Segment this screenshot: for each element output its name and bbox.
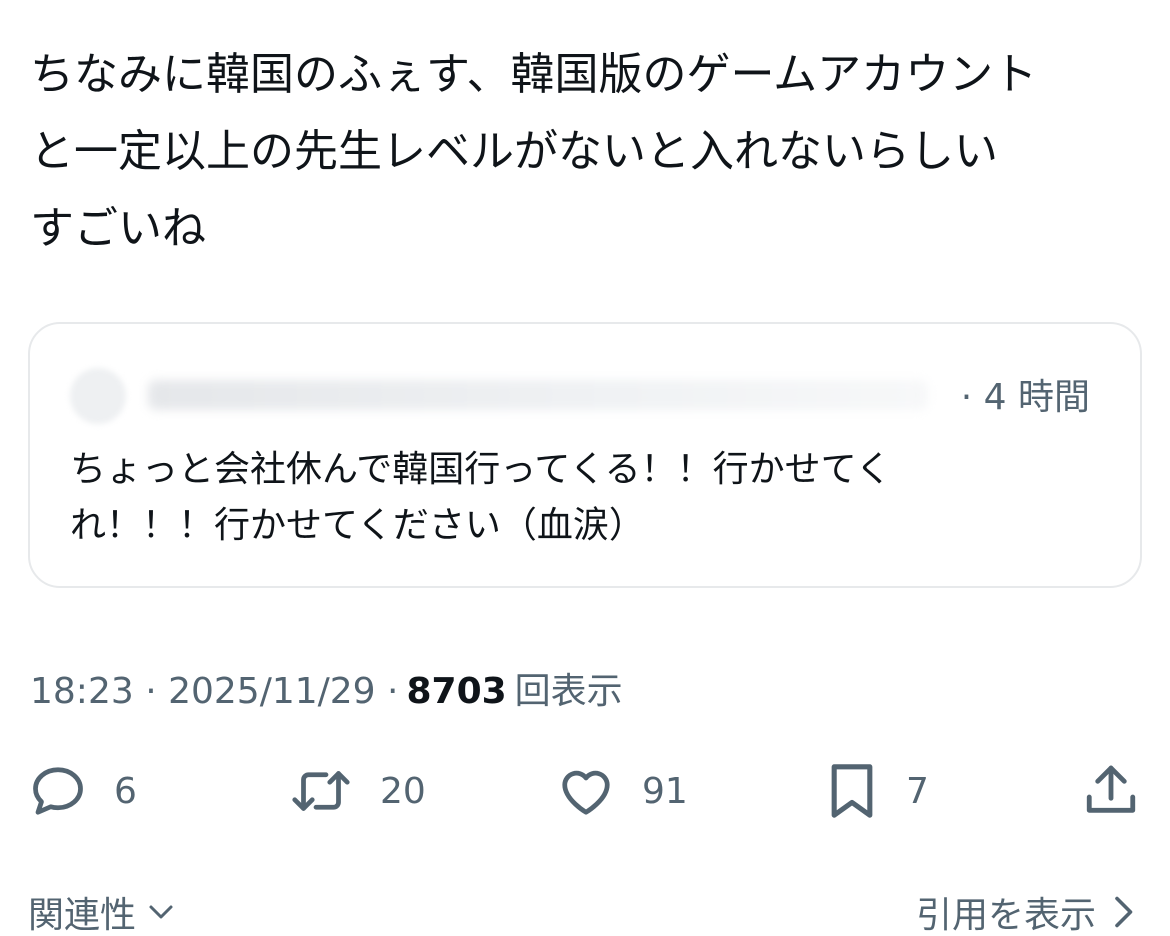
reply-icon: [33, 767, 83, 815]
views-label: 回表示: [514, 671, 623, 712]
tweet-meta: 18:23 · 2025/11/29 · 8703 回表示: [30, 662, 623, 714]
like-button[interactable]: 91: [556, 756, 688, 826]
views-count: 8703: [406, 671, 507, 712]
share-button[interactable]: [1082, 756, 1140, 826]
tweet-text-line: ちなみに韓国のふぇす、韓国版のゲームアカウント: [30, 49, 1038, 100]
quoted-tweet-text: ちょっと会社休んで韓国行ってくる！！行かせてく れ！！！行かせてください（血涙）: [70, 442, 1090, 554]
view-quotes-link[interactable]: 引用を表示: [916, 886, 1136, 936]
retweet-icon: [292, 771, 350, 811]
sort-by-relevance-dropdown[interactable]: 関連性: [28, 886, 176, 936]
quoted-text-line: ちょっと会社休んで韓国行ってくる！！行かせてく: [70, 449, 892, 490]
quoted-tweet-header: · 4 時間: [68, 368, 1090, 424]
bookmark-button[interactable]: 7: [824, 756, 929, 826]
retweet-button[interactable]: 20: [288, 756, 426, 826]
bookmark-count: 7: [906, 770, 929, 812]
like-count: 91: [642, 770, 688, 812]
sort-label: 関連性: [28, 895, 137, 936]
quoted-author-name-redacted: [148, 380, 928, 410]
quoted-author-avatar[interactable]: [70, 368, 126, 424]
retweet-count: 20: [380, 770, 426, 812]
action-bar: 6 20 91 7: [0, 756, 1170, 826]
share-icon: [1086, 765, 1136, 813]
view-quotes-label: 引用を表示: [915, 895, 1096, 936]
tweet-timestamp[interactable]: 18:23 · 2025/11/29 ·: [30, 671, 398, 712]
quoted-text-line: れ！！！行かせてください（血涙）: [70, 505, 645, 546]
tweet-text-line: と一定以上の先生レベルがないと入れないらしい: [30, 126, 998, 177]
quoted-tweet-time: · 4 時間: [960, 377, 1090, 418]
reply-count: 6: [114, 770, 137, 812]
tweet-text: ちなみに韓国のふぇす、韓国版のゲームアカウント と一定以上の先生レベルがないと入…: [30, 36, 1140, 267]
quoted-tweet-card[interactable]: · 4 時間 ちょっと会社休んで韓国行ってくる！！行かせてく れ！！！行かせてく…: [28, 322, 1142, 588]
reply-button[interactable]: 6: [28, 756, 137, 826]
bookmark-icon: [831, 764, 873, 818]
chevron-down-icon: [149, 905, 173, 919]
chevron-right-icon: [1115, 896, 1133, 928]
reply-sort-bar: 関連性 引用を表示: [0, 884, 1170, 936]
heart-icon: [562, 770, 610, 815]
tweet-text-line: すごいね: [30, 203, 206, 254]
